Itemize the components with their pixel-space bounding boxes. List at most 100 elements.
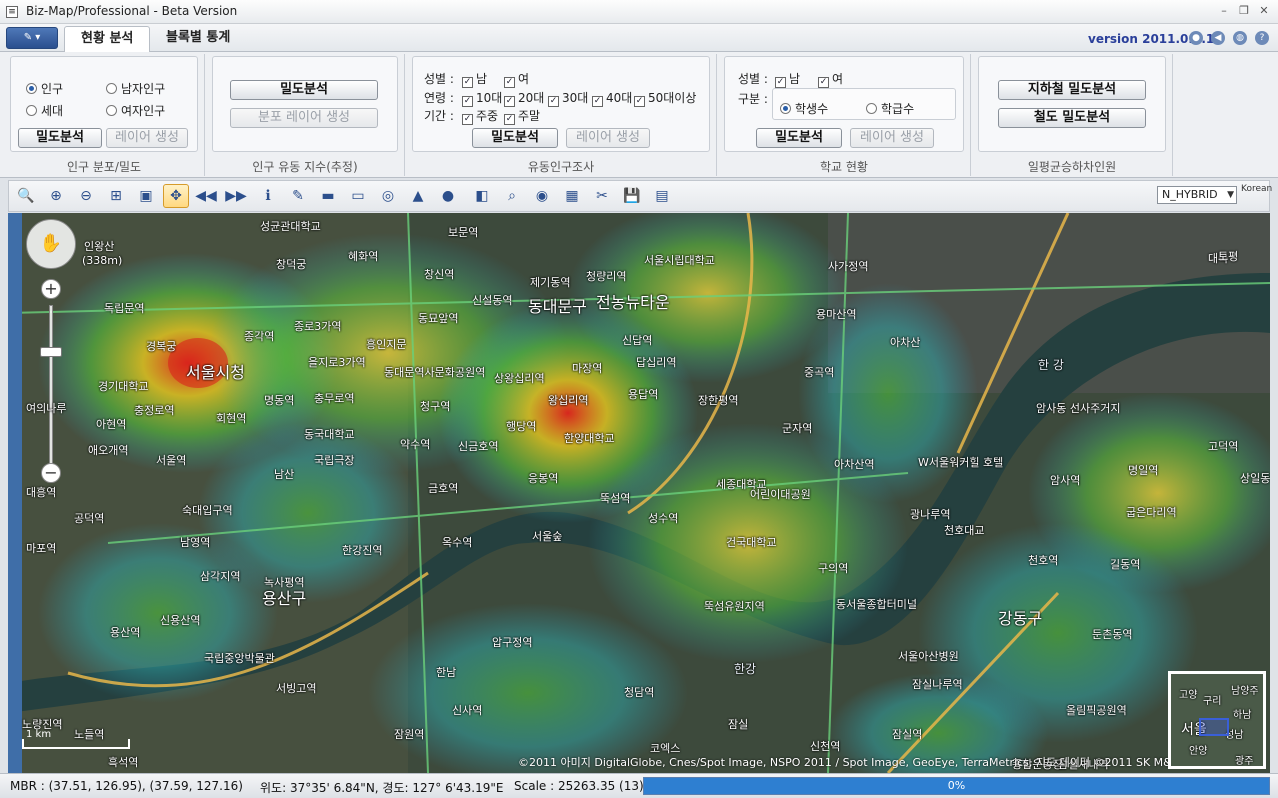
check-weekend[interactable]: ✓ 주말: [504, 109, 540, 125]
measure-distance-icon[interactable]: ▬: [315, 184, 341, 208]
map-label: 동대문구: [528, 297, 587, 316]
back-icon[interactable]: ◀: [1211, 31, 1225, 45]
check-age-20s[interactable]: ✓ 20대: [504, 91, 544, 107]
radio-household[interactable]: 세대: [26, 104, 63, 118]
minimize-button[interactable]: –: [1216, 4, 1232, 18]
radio-class-count[interactable]: 학급수: [866, 102, 914, 116]
zoom-in-icon[interactable]: ⊕: [43, 184, 69, 208]
check-female[interactable]: ✓ 여: [504, 72, 529, 88]
population-density-button[interactable]: 밀도분석: [18, 128, 102, 148]
layer-icon[interactable]: ◧: [469, 184, 495, 208]
map-label: 전농뉴타운: [596, 293, 670, 312]
magnify-icon[interactable]: 🔍: [13, 184, 39, 208]
subway-density-button[interactable]: 지하철 밀도분석: [998, 80, 1146, 100]
population-layer-button[interactable]: 레이어 생성: [106, 128, 188, 148]
map-label: 충정로역: [134, 404, 175, 417]
map-label: 장한평역: [698, 394, 739, 407]
close-button[interactable]: ✕: [1256, 4, 1272, 18]
info-icon[interactable]: ℹ: [255, 184, 281, 208]
window-title: Biz-Map/Professional - Beta Version: [26, 4, 238, 18]
map-label: 성수역: [648, 512, 679, 525]
map-label: 길동역: [1110, 558, 1141, 571]
survey-density-button[interactable]: 밀도분석: [472, 128, 558, 148]
map-label: 보문역: [448, 226, 479, 239]
map-type-select[interactable]: N_HYBRID ▼: [1157, 186, 1237, 204]
map-label: 청구역: [420, 400, 451, 413]
check-school-female[interactable]: ✓ 여: [818, 72, 843, 88]
app-logo-button[interactable]: ✎ ▾: [6, 27, 58, 49]
map-label: 한강진역: [342, 544, 383, 557]
check-age-40s[interactable]: ✓ 40대: [592, 91, 632, 107]
map-label: 서울시립대학교: [644, 254, 715, 267]
map-label: 신설동역: [472, 294, 513, 307]
zoom-slider-handle[interactable]: [40, 347, 62, 357]
tab-current-analysis[interactable]: 현황 분석: [64, 26, 151, 52]
map-label: 청담역: [624, 686, 655, 699]
radio-male-population[interactable]: 남자인구: [106, 82, 165, 96]
maximize-button[interactable]: ❐: [1236, 4, 1252, 18]
minimap-view-rect[interactable]: [1199, 718, 1229, 736]
overview-minimap[interactable]: 고양 구리 남양주 하남 서울 성남 안양 광주: [1168, 671, 1266, 769]
search-icon[interactable]: ⌕: [499, 184, 525, 208]
map-label: 서울시청: [186, 363, 245, 382]
next-extent-icon[interactable]: ▶▶: [223, 184, 249, 208]
school-layer-button[interactable]: 레이어 생성: [850, 128, 934, 148]
flow-density-button[interactable]: 밀도분석: [230, 80, 378, 100]
flow-layer-button[interactable]: 분포 레이어 생성: [230, 108, 378, 128]
zoom-box-icon[interactable]: ⊞: [103, 184, 129, 208]
radio-female-population[interactable]: 여자인구: [106, 104, 165, 118]
language-label[interactable]: Korean: [1241, 184, 1272, 195]
previous-extent-icon[interactable]: ◀◀: [193, 184, 219, 208]
overlay-icon[interactable]: ◉: [529, 184, 555, 208]
zoom-out-button[interactable]: −: [41, 463, 61, 483]
gender-label: 성별 :: [424, 72, 454, 86]
map-label: 동묘앞역: [418, 312, 459, 325]
group-label-school: 학교 현황: [820, 160, 868, 174]
globe-icon[interactable]: ●: [435, 184, 461, 208]
pan-control-icon[interactable]: ✋: [26, 219, 76, 269]
zoom-in-button[interactable]: +: [41, 279, 61, 299]
pan-icon[interactable]: ✥: [163, 184, 189, 208]
map-label: 신사역: [452, 704, 483, 717]
map-label: 명동역: [264, 394, 295, 407]
radio-population[interactable]: 인구: [26, 82, 63, 96]
rail-density-button[interactable]: 철도 밀도분석: [998, 108, 1146, 128]
tools-icon[interactable]: ✂: [589, 184, 615, 208]
minimap-label: 하남: [1233, 710, 1252, 721]
help-icon[interactable]: ?: [1255, 31, 1269, 45]
buffer-icon[interactable]: ◎: [375, 184, 401, 208]
check-age-50s-plus[interactable]: ✓ 50대이상: [634, 91, 696, 107]
minimap-label: 구리: [1203, 696, 1222, 707]
check-male[interactable]: ✓ 남: [462, 72, 487, 88]
map-label: 창신역: [424, 268, 455, 281]
globe-icon[interactable]: ◍: [1233, 31, 1247, 45]
map-label: 잠원역: [394, 728, 425, 741]
group-label-floating-survey: 유동인구조사: [527, 160, 595, 174]
check-school-male[interactable]: ✓ 남: [775, 72, 800, 88]
map-icon[interactable]: ▦: [559, 184, 585, 208]
measure-area-icon[interactable]: ▭: [345, 184, 371, 208]
check-age-30s[interactable]: ✓ 30대: [548, 91, 588, 107]
save-icon[interactable]: 💾: [619, 184, 645, 208]
map-label: 명일역: [1128, 464, 1159, 477]
progress-bar: 0%: [643, 777, 1270, 795]
left-side-handle[interactable]: [8, 213, 22, 773]
tab-block-statistics[interactable]: 블록별 통계: [150, 26, 246, 52]
zoom-out-icon[interactable]: ⊖: [73, 184, 99, 208]
radio-student-count[interactable]: 학생수: [780, 102, 828, 116]
print-icon[interactable]: ▤: [649, 184, 675, 208]
graph-icon[interactable]: ▲: [405, 184, 431, 208]
zoom-slider[interactable]: [49, 305, 53, 473]
map-label: 신답역: [622, 334, 653, 347]
check-weekday[interactable]: ✓ 주중: [462, 109, 498, 125]
select-box-icon[interactable]: ▣: [133, 184, 159, 208]
school-density-button[interactable]: 밀도분석: [756, 128, 842, 148]
app-menu-icon[interactable]: ≡: [6, 6, 18, 18]
survey-layer-button[interactable]: 레이어 생성: [566, 128, 650, 148]
group-label-population: 인구 분포/밀도: [66, 160, 142, 174]
school-type-label: 구분 :: [738, 92, 768, 106]
map-view[interactable]: ✋ + − 성균관대학교 혜화역 보문역 창신역 제기동역 청량리역 서울시립대…: [8, 213, 1270, 773]
option-icon[interactable]: ●: [1189, 31, 1203, 45]
pen-icon[interactable]: ✎: [285, 184, 311, 208]
check-age-10s[interactable]: ✓ 10대: [462, 91, 502, 107]
